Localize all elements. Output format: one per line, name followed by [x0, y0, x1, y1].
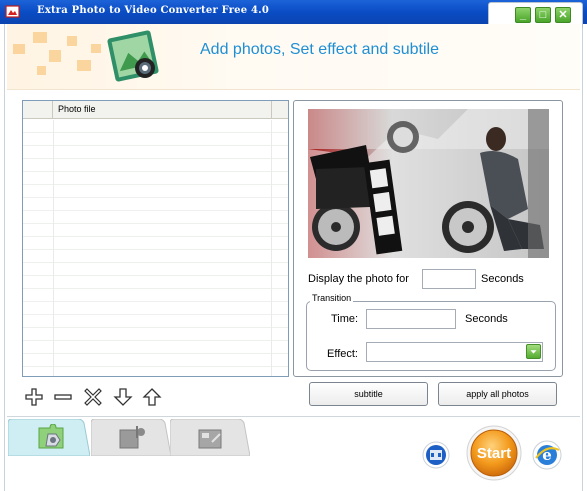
header-banner: Add photos, Set effect and subtile [7, 24, 580, 90]
start-button-label: Start [477, 445, 511, 462]
transition-effect-select[interactable] [366, 342, 543, 362]
display-duration-input[interactable] [422, 269, 476, 289]
decor-square [91, 44, 101, 53]
tab-photos[interactable] [7, 418, 91, 457]
clear-photos-button[interactable] [83, 387, 103, 407]
decor-square [49, 50, 61, 62]
maximize-button[interactable]: □ [535, 7, 551, 23]
transition-time-unit: Seconds [465, 313, 508, 325]
film-settings-icon [198, 429, 222, 449]
photo-list[interactable]: Photo file [22, 100, 289, 377]
chevron-down-icon[interactable] [526, 344, 541, 359]
column-divider [53, 120, 54, 376]
minimize-button[interactable]: _ [515, 7, 531, 23]
arrow-up-icon [142, 388, 162, 406]
close-button[interactable]: ✕ [555, 7, 571, 23]
transition-effect-label: Effect: [327, 348, 358, 360]
plus-icon [25, 388, 43, 406]
app-icon [5, 5, 20, 18]
remove-photo-button[interactable] [53, 387, 73, 407]
move-down-button[interactable] [113, 387, 133, 407]
decor-square [67, 36, 77, 46]
photo-camera-icon [107, 30, 159, 82]
photo-file-column-header[interactable]: Photo file [58, 104, 96, 114]
close-icon: ✕ [558, 9, 568, 21]
list-rows[interactable] [23, 120, 288, 376]
list-header-end-column [271, 101, 288, 119]
transition-time-label: Time: [331, 313, 359, 325]
display-duration-unit: Seconds [481, 273, 524, 285]
display-duration-label: Display the photo for [308, 273, 409, 285]
arrow-down-icon [113, 388, 133, 406]
subtitle-button[interactable]: subtitle [309, 382, 428, 406]
x-icon [84, 388, 102, 406]
decor-square [13, 44, 25, 54]
apply-all-photos-button[interactable]: apply all photos [438, 382, 557, 406]
video-settings-button[interactable] [422, 441, 450, 469]
transition-legend: Transition [310, 293, 354, 303]
browser-button[interactable]: e [532, 440, 562, 470]
list-header: Photo file [23, 101, 288, 119]
window-title: Extra Photo to Video Converter Free 4.0 [37, 5, 269, 16]
photo-preview [308, 109, 549, 258]
tab-audio[interactable] [90, 418, 172, 457]
start-button[interactable]: Start [466, 425, 522, 481]
move-up-button[interactable] [142, 387, 162, 407]
decor-square [77, 60, 91, 71]
film-music-icon [119, 426, 145, 449]
banner-heading: Add photos, Set effect and subtile [200, 41, 439, 58]
list-header-check-column[interactable] [23, 101, 53, 119]
bottom-separator [7, 416, 580, 417]
column-divider [271, 120, 272, 376]
photo-puzzle-icon [38, 424, 64, 449]
transition-time-input[interactable] [366, 309, 456, 329]
minimize-icon: _ [519, 9, 527, 21]
tab-output[interactable] [169, 418, 251, 457]
minus-icon [54, 394, 72, 400]
film-reel-icon [426, 445, 446, 465]
decor-square [33, 32, 47, 43]
decor-square [37, 66, 46, 75]
add-photo-button[interactable] [24, 387, 44, 407]
maximize-icon: □ [539, 9, 547, 21]
